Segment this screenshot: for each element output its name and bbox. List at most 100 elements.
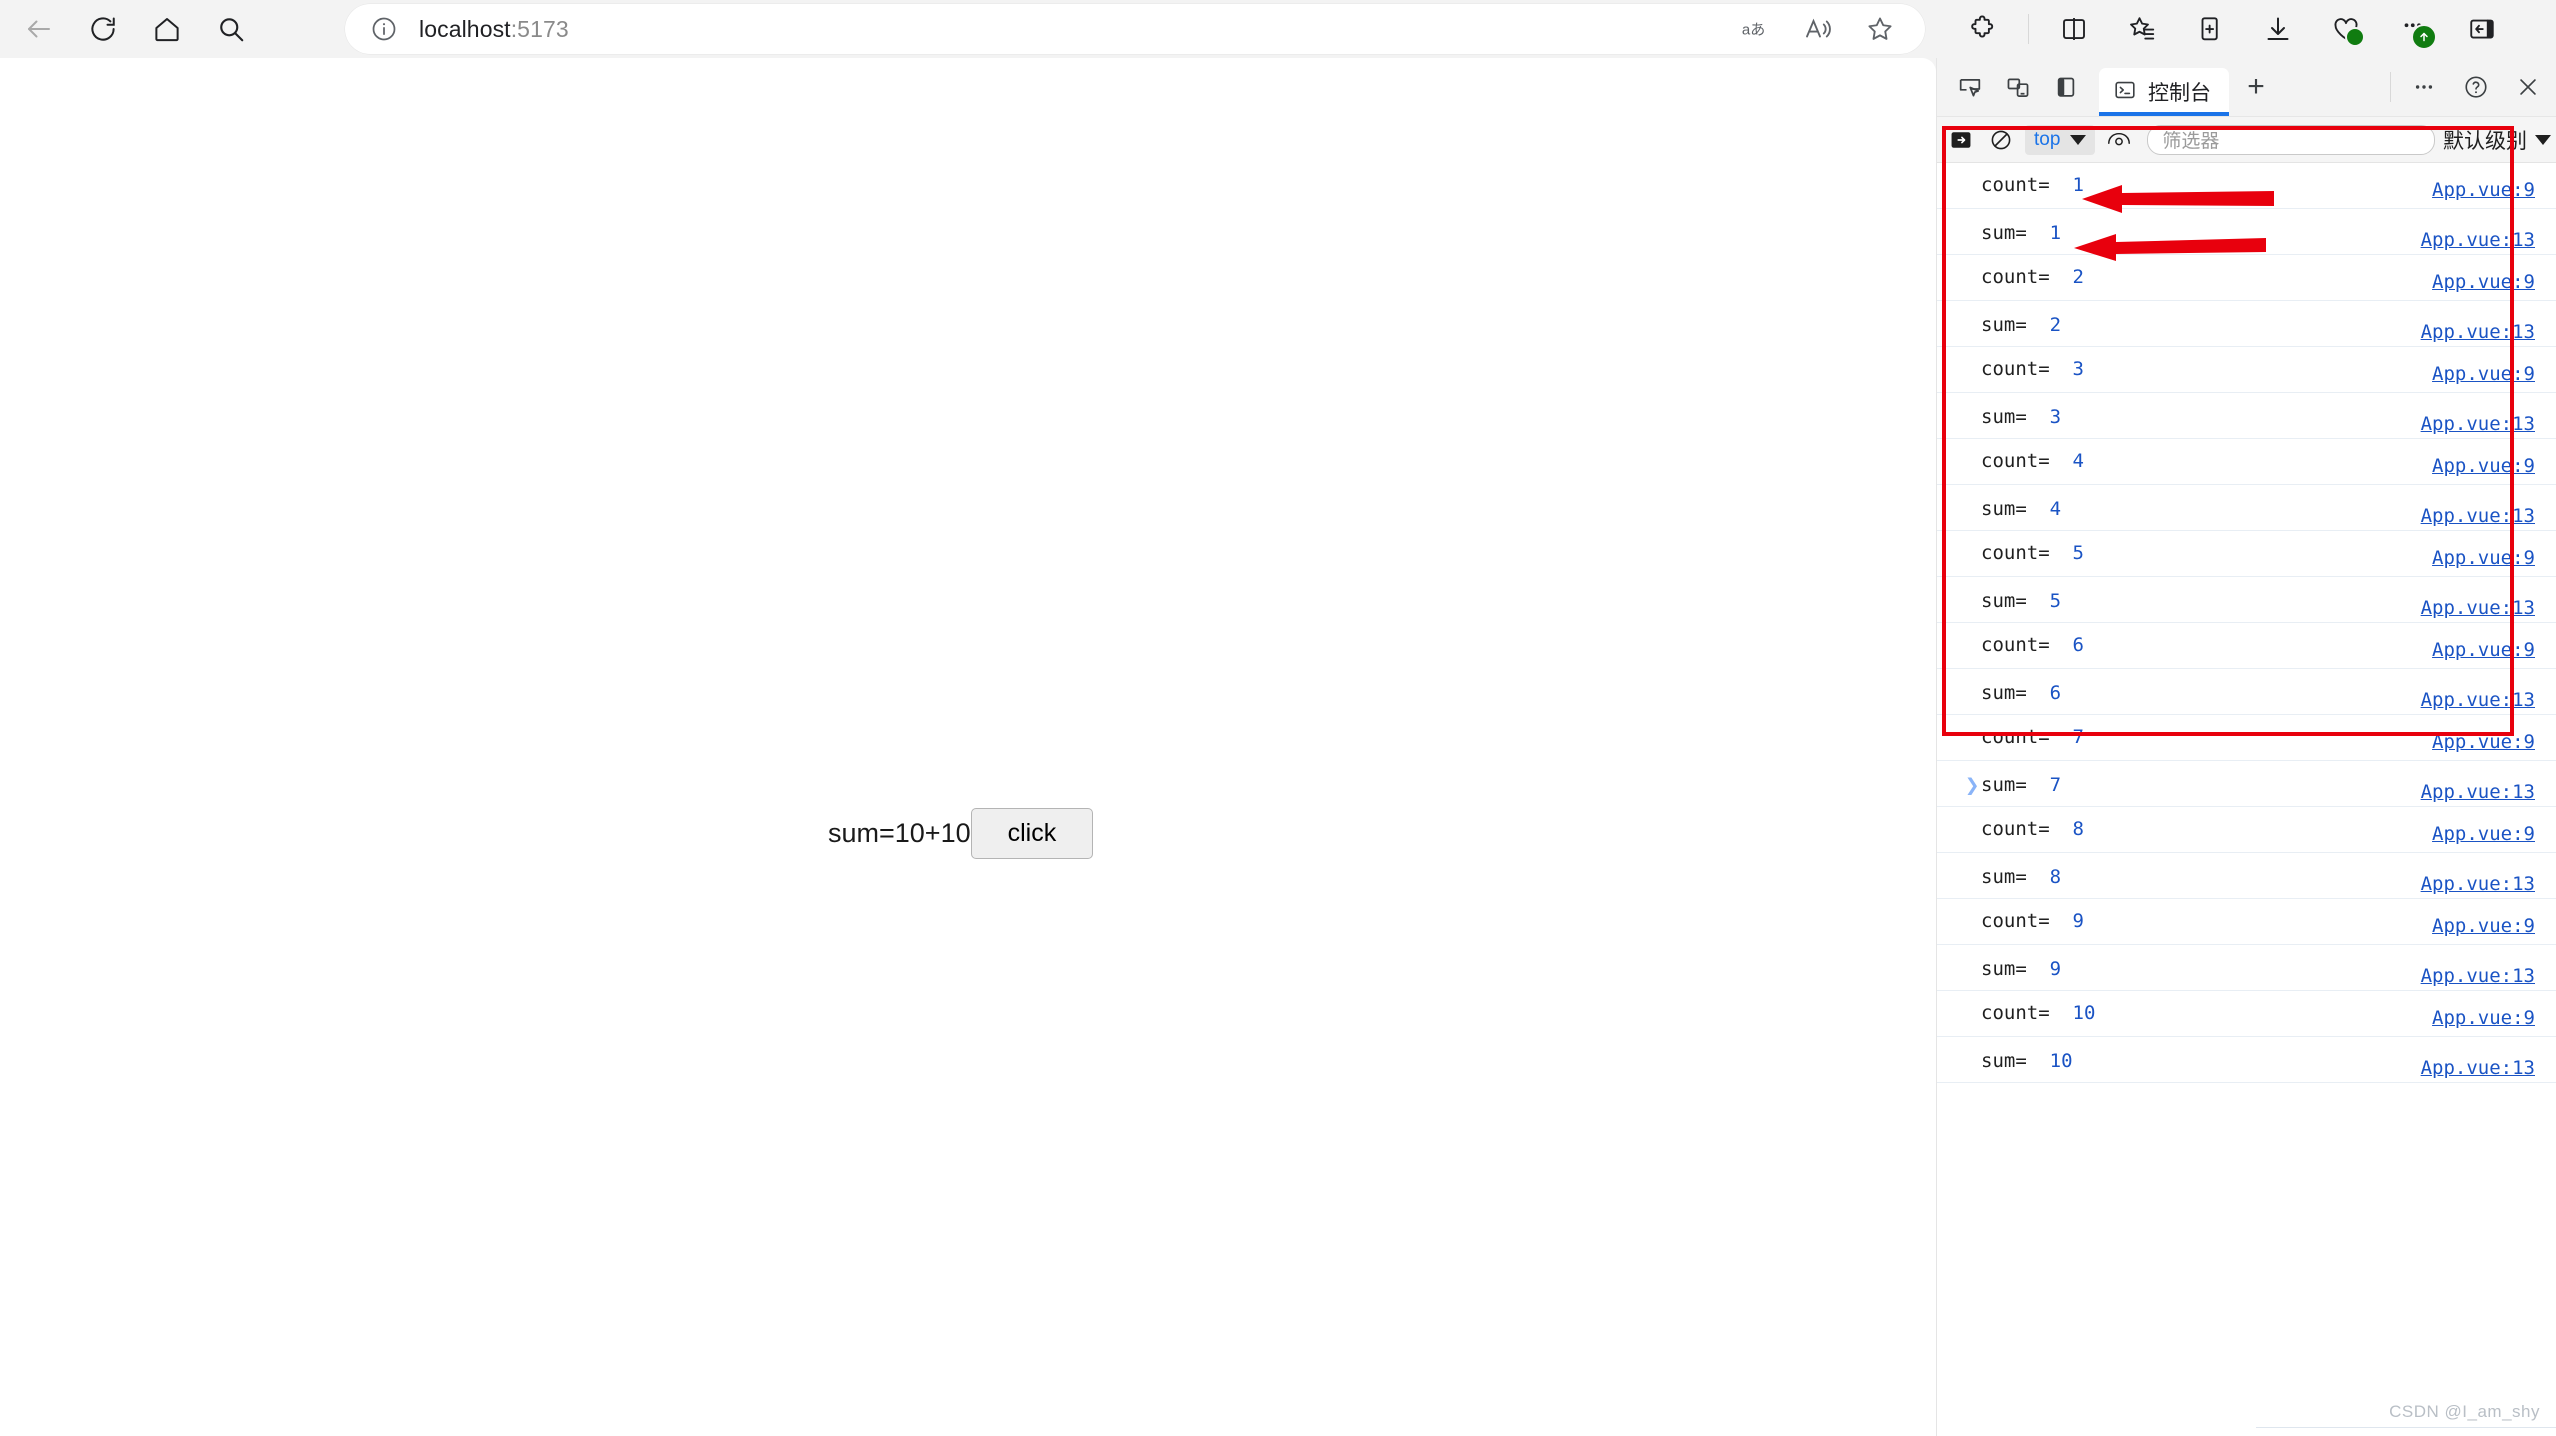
browser-window: localhost:5173 aあ sum=10+10 click 控制台 + … — [0, 0, 2556, 1436]
dock-side-icon[interactable] — [2047, 68, 2085, 106]
console-message-value: 4 — [2072, 450, 2084, 472]
address-bar[interactable]: localhost:5173 aあ — [345, 4, 1925, 54]
close-devtools-icon[interactable] — [2509, 68, 2547, 106]
console-message-row: count= 7 App.vue:9 — [1937, 715, 2556, 761]
info-icon[interactable] — [367, 12, 401, 46]
console-message-row: sum= 2 App.vue:13 — [1937, 301, 2556, 347]
console-message-label: sum= — [1981, 590, 2027, 612]
console-source-link[interactable]: App.vue:9 — [2432, 639, 2535, 661]
console-source-link[interactable]: App.vue:9 — [2432, 363, 2535, 385]
live-expression-icon[interactable] — [2103, 124, 2135, 156]
console-message-label: count= — [1981, 726, 2050, 748]
console-source-link[interactable]: App.vue:9 — [2432, 179, 2535, 201]
console-message-row: sum= 3 App.vue:13 — [1937, 393, 2556, 439]
console-message-text: count= 6 — [1981, 634, 2084, 656]
console-message-value: 3 — [2072, 358, 2084, 380]
devtools-divider — [2390, 72, 2391, 102]
console-source-link[interactable]: App.vue:13 — [2421, 965, 2535, 987]
filter-input[interactable]: 筛选器 — [2147, 124, 2435, 155]
translate-icon[interactable]: aあ — [1733, 6, 1779, 52]
execution-context-value: top — [2034, 128, 2061, 150]
favorite-star-icon[interactable] — [1857, 6, 1903, 52]
console-message-list: count= 1 App.vue:9 sum= 1 App.vue:13 count= … — [1937, 163, 2556, 1083]
console-message-row: sum= 6 App.vue:13 — [1937, 669, 2556, 715]
console-message-value: 8 — [2072, 818, 2084, 840]
console-message-label: sum= — [1981, 1050, 2027, 1072]
console-source-link[interactable]: App.vue:9 — [2432, 455, 2535, 477]
console-message-value: 2 — [2072, 266, 2084, 288]
browser-toolbar-actions — [1960, 0, 2505, 58]
sidebar-toggle-icon[interactable] — [2459, 6, 2505, 52]
home-icon[interactable] — [144, 6, 190, 52]
log-level-value: 默认级别 — [2443, 129, 2527, 153]
console-message-label: count= — [1981, 174, 2050, 196]
console-message-text: count= 8 — [1981, 818, 2084, 840]
console-source-link[interactable]: App.vue:9 — [2432, 271, 2535, 293]
console-source-link[interactable]: App.vue:13 — [2421, 413, 2535, 435]
split-screen-icon[interactable] — [2051, 6, 2097, 52]
watermark-rule — [2256, 1427, 2556, 1428]
devtools-header: 控制台 + — [1937, 58, 2556, 117]
console-message-text: sum= 9 — [1981, 958, 2061, 980]
console-source-link[interactable]: App.vue:9 — [2432, 1007, 2535, 1029]
log-level-select[interactable]: 默认级别 — [2443, 125, 2556, 155]
console-message-row: count= 5 App.vue:9 — [1937, 531, 2556, 577]
console-message-row: count= 10 App.vue:9 — [1937, 991, 2556, 1037]
device-toolbar-icon[interactable] — [1999, 68, 2037, 106]
devtools-header-tools — [1951, 68, 2085, 106]
console-message-label: sum= — [1981, 314, 2027, 336]
add-tab-to-collection-icon[interactable] — [2187, 6, 2233, 52]
console-message-label: count= — [1981, 266, 2050, 288]
console-message-row: count= 1 App.vue:9 — [1937, 163, 2556, 209]
collections-icon[interactable] — [2119, 6, 2165, 52]
more-options-icon[interactable] — [2405, 68, 2443, 106]
console-source-link[interactable]: App.vue:13 — [2421, 505, 2535, 527]
extensions-icon[interactable] — [1960, 6, 2006, 52]
console-message-text: count= 9 — [1981, 910, 2084, 932]
console-message-value: 9 — [2072, 910, 2084, 932]
search-icon[interactable] — [208, 6, 254, 52]
url-text: localhost:5173 — [419, 16, 569, 43]
console-source-link[interactable]: App.vue:13 — [2421, 873, 2535, 895]
console-source-link[interactable]: App.vue:9 — [2432, 915, 2535, 937]
refresh-icon[interactable] — [80, 6, 126, 52]
console-message-text: sum= 8 — [1981, 866, 2061, 888]
browser-essentials-icon[interactable] — [2323, 6, 2369, 52]
back-icon[interactable] — [16, 6, 62, 52]
console-message-row: count= 3 App.vue:9 — [1937, 347, 2556, 393]
console-sidebar-icon[interactable] — [1945, 124, 1977, 156]
inspect-element-icon[interactable] — [1951, 68, 1989, 106]
console-message-row: sum= 10 App.vue:13 — [1937, 1037, 2556, 1083]
console-message-row: sum= 4 App.vue:13 — [1937, 485, 2556, 531]
console-message-value: 5 — [2072, 542, 2084, 564]
console-source-link[interactable]: App.vue:9 — [2432, 547, 2535, 569]
console-message-text: count= 10 — [1981, 1002, 2095, 1024]
console-source-link[interactable]: App.vue:13 — [2421, 229, 2535, 251]
help-icon[interactable] — [2457, 68, 2495, 106]
console-source-link[interactable]: App.vue:13 — [2421, 597, 2535, 619]
console-source-link[interactable]: App.vue:13 — [2421, 1057, 2535, 1079]
new-panel-button[interactable]: + — [2235, 66, 2277, 108]
console-message-text: count= 2 — [1981, 266, 2084, 288]
console-message-label: sum= — [1981, 498, 2027, 520]
read-aloud-icon[interactable] — [1795, 6, 1841, 52]
console-message-row: count= 2 App.vue:9 — [1937, 255, 2556, 301]
console-terminal-icon — [2113, 78, 2137, 107]
console-source-link[interactable]: App.vue:9 — [2432, 823, 2535, 845]
execution-context-select[interactable]: top — [2025, 124, 2096, 155]
web-page-content: sum=10+10 click — [0, 58, 1936, 1436]
console-source-link[interactable]: App.vue:9 — [2432, 731, 2535, 753]
console-prompt[interactable]: ❯ — [1937, 763, 2556, 807]
console-source-link[interactable]: App.vue:13 — [2421, 689, 2535, 711]
status-badge — [2345, 27, 2365, 47]
tab-console[interactable]: 控制台 — [2099, 68, 2229, 116]
console-message-label: count= — [1981, 634, 2050, 656]
downloads-icon[interactable] — [2255, 6, 2301, 52]
click-button[interactable]: click — [970, 808, 1094, 859]
clear-console-icon[interactable] — [1985, 124, 2017, 156]
console-message-row: count= 8 App.vue:9 — [1937, 807, 2556, 853]
settings-more-icon[interactable] — [2391, 6, 2437, 52]
console-message-row: sum= 1 App.vue:13 — [1937, 209, 2556, 255]
console-message-row: sum= 9 App.vue:13 — [1937, 945, 2556, 991]
console-source-link[interactable]: App.vue:13 — [2421, 321, 2535, 343]
